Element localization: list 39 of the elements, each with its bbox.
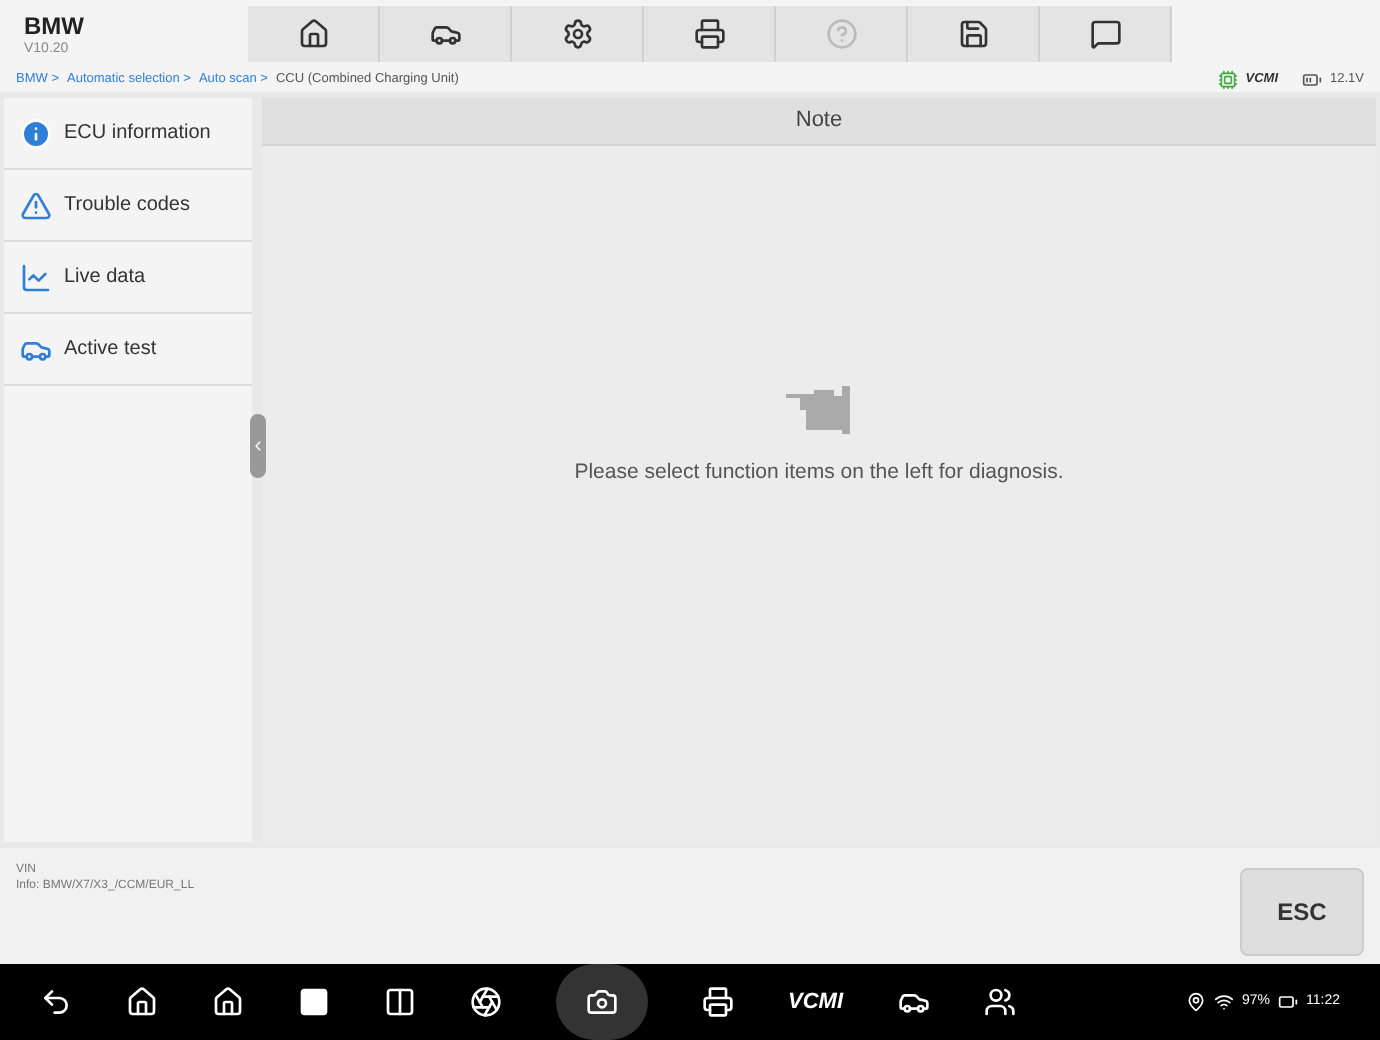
split-screen-icon[interactable] bbox=[384, 986, 416, 1018]
printer-icon bbox=[693, 18, 725, 50]
toolbar-button[interactable] bbox=[248, 6, 380, 62]
instruction-text: Please select function items on the left for diagnosis. bbox=[574, 458, 1064, 488]
wifi-icon bbox=[1213, 992, 1234, 1012]
people-icon[interactable] bbox=[983, 986, 1015, 1018]
help-icon bbox=[825, 18, 857, 50]
sidebar-item[interactable]: Trouble codes bbox=[4, 170, 252, 242]
save-icon bbox=[957, 18, 989, 50]
toolbar-button[interactable] bbox=[644, 6, 776, 62]
camera-icon bbox=[586, 986, 618, 1018]
warning-icon bbox=[20, 189, 52, 221]
app-title: BMW bbox=[24, 13, 86, 37]
house-icon[interactable] bbox=[212, 986, 244, 1018]
home-icon[interactable] bbox=[126, 986, 158, 1018]
vcmi-button[interactable]: VCMI bbox=[788, 985, 843, 1019]
toolbar-button[interactable] bbox=[512, 6, 644, 62]
esc-button[interactable]: ESC bbox=[1240, 868, 1364, 956]
toolbar-button[interactable] bbox=[908, 6, 1040, 62]
sidebar-item[interactable]: ECU information bbox=[4, 98, 252, 170]
sidebar-item[interactable]: Live data bbox=[4, 242, 252, 314]
browser-icon[interactable] bbox=[470, 986, 502, 1018]
location-icon bbox=[1185, 992, 1206, 1012]
home-icon bbox=[297, 18, 329, 50]
toolbar-button[interactable] bbox=[1040, 6, 1172, 62]
line-chart-icon bbox=[20, 261, 52, 293]
message-icon bbox=[1089, 18, 1121, 50]
battery-icon bbox=[1278, 992, 1298, 1012]
chip-icon bbox=[1217, 70, 1238, 90]
square-icon[interactable] bbox=[298, 986, 330, 1018]
camera-button[interactable] bbox=[556, 964, 648, 1040]
back-icon[interactable] bbox=[40, 986, 72, 1018]
sidebar-item[interactable]: Active test bbox=[4, 314, 252, 386]
panel-title: Note bbox=[795, 106, 843, 137]
info-icon bbox=[20, 117, 52, 149]
settings-icon bbox=[561, 18, 593, 50]
collapse-handle[interactable] bbox=[250, 414, 266, 478]
toolbar-button[interactable] bbox=[380, 6, 512, 62]
battery-icon bbox=[1302, 70, 1322, 90]
